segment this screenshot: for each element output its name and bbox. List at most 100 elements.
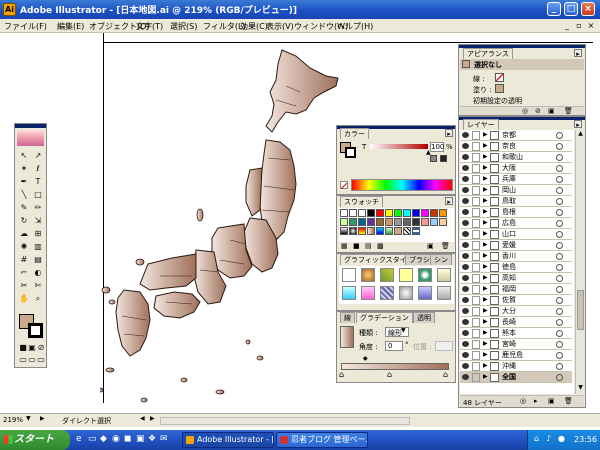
layer-row[interactable]: ▶ 福岡	[460, 284, 572, 295]
free-transform-tool-icon[interactable]: ⊞	[32, 228, 44, 239]
quicklaunch-app-icon[interactable]: ◼	[124, 434, 131, 444]
layer-target-icon[interactable]	[556, 154, 563, 161]
appearance-opacity-label[interactable]: 初期設定の透明	[473, 96, 522, 106]
scroll-down-icon[interactable]: ▼	[576, 384, 585, 393]
layer-target-icon[interactable]	[556, 132, 563, 139]
swatch[interactable]	[430, 209, 438, 217]
gradient-stop-mid-icon[interactable]: ⌂	[387, 370, 392, 379]
visibility-eye-icon[interactable]	[462, 187, 469, 193]
direct-selection-tool-icon[interactable]: ↗	[32, 150, 44, 161]
style-tile[interactable]	[361, 286, 375, 300]
visibility-eye-icon[interactable]	[462, 264, 469, 270]
visibility-eye-icon[interactable]	[462, 231, 469, 237]
horizontal-scrollbar[interactable]	[160, 417, 410, 425]
tab-layers[interactable]: レイヤー	[463, 119, 499, 130]
visibility-eye-icon[interactable]	[462, 308, 469, 314]
swatch[interactable]	[367, 209, 375, 217]
lock-toggle-icon[interactable]	[472, 263, 480, 272]
expand-triangle-icon[interactable]: ▶	[483, 230, 488, 237]
layer-target-icon[interactable]	[556, 374, 563, 381]
layer-row[interactable]: ▶ 長崎	[460, 317, 572, 328]
hand-tool-icon[interactable]: ✋	[18, 293, 30, 304]
tint-slider-track[interactable]	[370, 144, 428, 149]
layer-row[interactable]: ▶ 岡山	[460, 185, 572, 196]
zoom-dropdown-icon[interactable]: ▼	[26, 415, 31, 422]
color-fill-stroke-icon[interactable]	[340, 142, 356, 158]
fill-stroke-swatch[interactable]	[19, 314, 44, 339]
visibility-eye-icon[interactable]	[462, 341, 469, 347]
expand-triangle-icon[interactable]: ▶	[483, 208, 488, 215]
clock[interactable]: 23:56	[574, 435, 597, 444]
lock-toggle-icon[interactable]	[472, 175, 480, 184]
visibility-eye-icon[interactable]	[462, 275, 469, 281]
tray-volume-icon[interactable]: ♪	[546, 434, 551, 443]
layer-target-icon[interactable]	[556, 341, 563, 348]
expand-triangle-icon[interactable]: ▶	[483, 186, 488, 193]
pen-tool-icon[interactable]: ✒	[18, 176, 30, 187]
show-pattern-swatches-icon[interactable]: ▩	[377, 242, 384, 250]
tray-network-icon[interactable]: ⌂	[534, 434, 539, 443]
expand-triangle-icon[interactable]: ▶	[483, 318, 488, 325]
style-tile[interactable]	[380, 286, 394, 300]
lock-toggle-icon[interactable]	[472, 142, 480, 151]
expand-triangle-icon[interactable]: ▶	[483, 164, 488, 171]
appearance-fill-label[interactable]: 塗り :	[473, 85, 492, 95]
quicklaunch-app-icon[interactable]: ▣	[136, 434, 145, 444]
layer-target-icon[interactable]	[556, 319, 563, 326]
visibility-eye-icon[interactable]	[462, 143, 469, 149]
layer-target-icon[interactable]	[556, 286, 563, 293]
lock-toggle-icon[interactable]	[472, 230, 480, 239]
panel-menu-icon[interactable]: ▸	[574, 120, 582, 129]
delete-item-icon[interactable]: 🗑	[564, 107, 573, 115]
style-tile[interactable]	[437, 286, 451, 300]
visibility-eye-icon[interactable]	[462, 363, 469, 369]
quicklaunch-app-icon[interactable]: ✉	[160, 434, 168, 444]
swatch[interactable]	[421, 209, 429, 217]
layer-target-icon[interactable]	[556, 176, 563, 183]
swatch[interactable]	[367, 218, 375, 226]
new-sublayer-icon[interactable]: ▸	[534, 397, 538, 405]
lock-toggle-icon[interactable]	[472, 307, 480, 316]
style-default[interactable]	[342, 268, 356, 282]
quicklaunch-app-icon[interactable]: ❖	[148, 434, 156, 444]
layer-target-icon[interactable]	[556, 352, 563, 359]
lock-toggle-icon[interactable]	[472, 197, 480, 206]
lock-toggle-icon[interactable]	[472, 296, 480, 305]
expand-triangle-icon[interactable]: ▶	[483, 329, 488, 336]
panel-menu-icon[interactable]: ▸	[445, 129, 453, 138]
lock-toggle-icon[interactable]	[472, 285, 480, 294]
close-button[interactable]: ×	[581, 2, 595, 16]
gradient-slider-bar[interactable]	[341, 363, 449, 370]
gradient-stop-right-icon[interactable]: ⌂	[443, 370, 448, 379]
delete-layer-icon[interactable]: 🗑	[564, 397, 573, 405]
gradient-stop-left-icon[interactable]: ⌂	[339, 370, 344, 379]
rotate-tool-icon[interactable]: ↻	[18, 215, 30, 226]
panel-menu-icon[interactable]: ▸	[574, 49, 582, 58]
japan-map-artwork[interactable]	[100, 40, 340, 410]
swatch[interactable]	[403, 209, 411, 217]
layer-row[interactable]: ▶ 熊本	[460, 328, 572, 339]
visibility-eye-icon[interactable]	[462, 209, 469, 215]
appearance-selection-row[interactable]: 選択なし	[460, 59, 584, 70]
swatch-registration[interactable]	[349, 209, 357, 217]
duplicate-item-icon[interactable]: ▣	[548, 107, 555, 115]
layer-row[interactable]: ▶ 香川	[460, 251, 572, 262]
layer-row-selected[interactable]: ▶ 全国	[460, 372, 572, 383]
show-all-swatches-icon[interactable]: ▦	[341, 242, 348, 250]
expand-triangle-icon[interactable]: ▶	[483, 131, 488, 138]
swatch[interactable]	[376, 209, 384, 217]
layer-target-icon[interactable]	[556, 209, 563, 216]
selection-tool-icon[interactable]: ↖	[18, 150, 30, 161]
pencil-tool-icon[interactable]: ✏	[32, 202, 44, 213]
gradient-swatch[interactable]	[340, 227, 348, 235]
menu-view[interactable]: 表示(V)	[266, 21, 294, 32]
show-gradient-swatches-icon[interactable]: ▤	[365, 242, 372, 250]
expand-triangle-icon[interactable]: ▶	[483, 351, 488, 358]
maximize-button[interactable]: □	[564, 2, 578, 16]
swatch[interactable]	[358, 209, 366, 217]
expand-triangle-icon[interactable]: ▶	[483, 142, 488, 149]
new-art-icon[interactable]: ◎	[522, 107, 528, 115]
expand-triangle-icon[interactable]: ▶	[483, 197, 488, 204]
tab-appearance[interactable]: アピアランス	[463, 48, 513, 59]
appearance-stroke-label[interactable]: 線 :	[473, 74, 485, 84]
